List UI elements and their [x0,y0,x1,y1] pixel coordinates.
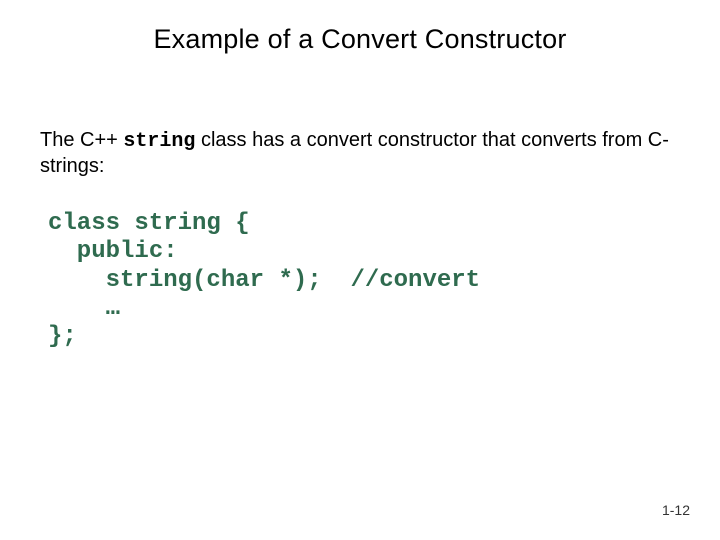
code-line-3: string(char *); //convert [48,267,480,294]
code-line-5: }; [48,323,77,350]
code-line-2: public: [48,238,178,265]
para-pre: The C++ [40,129,123,151]
code-line-4: … [48,295,120,322]
slide-title: Example of a Convert Constructor [0,24,720,55]
body-paragraph: The C++ string class has a convert const… [40,128,680,179]
code-block: class string { public: string(char *); /… [48,210,688,352]
slide: Example of a Convert Constructor The C++… [0,0,720,540]
para-keyword: string [123,130,195,153]
code-line-1: class string { [48,210,250,237]
page-number: 1-12 [662,502,690,518]
